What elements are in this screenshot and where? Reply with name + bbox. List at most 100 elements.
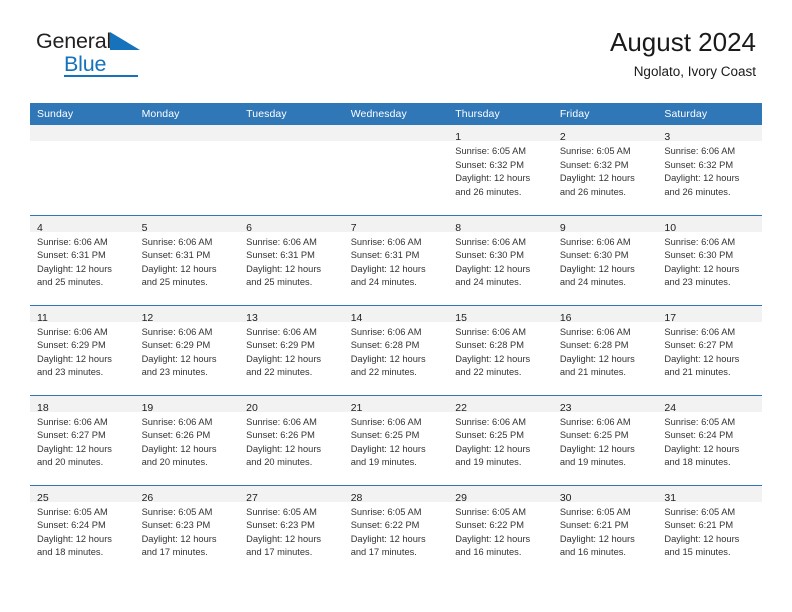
day-detail-line: and 25 minutes. (246, 277, 313, 288)
day-number-band: 12 (134, 305, 240, 324)
day-number-band: 31 (657, 485, 762, 504)
day-detail-line: and 19 minutes. (455, 457, 522, 468)
day-detail-line: Sunrise: 6:06 AM (141, 236, 213, 247)
brand-logo[interactable]: General Blue (36, 30, 166, 78)
day-detail-line: Daylight: 12 hours (455, 533, 531, 544)
day-detail-line: and 21 minutes. (559, 367, 626, 378)
calendar-day-cell[interactable]: 30 Sunrise: 6:05 AM Sunset: 6:21 PM Dayligh… (552, 484, 658, 575)
day-detail-line: Daylight: 12 hours (559, 353, 635, 364)
day-number-band: 20 (239, 395, 344, 414)
day-number-band: 21 (343, 395, 449, 414)
day-detail-line: and 25 minutes. (37, 277, 104, 288)
calendar-day-cell[interactable]: 6 Sunrise: 6:06 AM Sunset: 6:31 PM Daylight… (239, 214, 344, 305)
calendar-day-cell[interactable]: 11 Sunrise: 6:06 AM Sunset: 6:29 PM Dayligh… (30, 304, 135, 395)
calendar-day-cell[interactable]: 2 Sunrise: 6:05 AM Sunset: 6:32 PM Daylight… (552, 125, 658, 215)
calendar-day-cell[interactable]: 26 Sunrise: 6:05 AM Sunset: 6:23 PM Dayligh… (134, 484, 240, 575)
day-number: 6 (246, 221, 252, 234)
day-detail-line: Sunrise: 6:06 AM (246, 326, 317, 337)
day-number: 20 (246, 401, 258, 414)
calendar-day-cell[interactable]: 5 Sunrise: 6:06 AM Sunset: 6:31 PM Daylight… (134, 214, 240, 305)
calendar-day-cell[interactable]: 19 Sunrise: 6:06 AM Sunset: 6:26 PM Dayligh… (134, 394, 240, 485)
day-number-band: 9 (552, 215, 658, 234)
day-number-band: 16 (552, 305, 658, 324)
calendar-day-cell[interactable]: 8 Sunrise: 6:06 AM Sunset: 6:30 PM Daylight… (448, 214, 553, 305)
day-detail-text: Sunrise: 6:06 AM Sunset: 6:30 PM Daylight:… (657, 232, 762, 290)
day-detail-line: and 16 minutes. (455, 547, 522, 558)
calendar-day-cell-empty (30, 125, 135, 215)
day-detail-text: Sunrise: 6:06 AM Sunset: 6:31 PM Daylight:… (239, 232, 344, 290)
calendar-day-cell[interactable]: 20 Sunrise: 6:06 AM Sunset: 6:26 PM Dayligh… (239, 394, 344, 485)
day-detail-line: Sunset: 6:30 PM (455, 250, 524, 261)
calendar-day-cell[interactable]: 25 Sunrise: 6:05 AM Sunset: 6:24 PM Dayligh… (30, 484, 135, 575)
day-detail-text: Sunrise: 6:05 AM Sunset: 6:32 PM Daylight:… (553, 141, 658, 199)
day-detail-line: and 24 minutes. (455, 277, 522, 288)
day-detail-line: and 18 minutes. (664, 457, 731, 468)
calendar-day-cell[interactable]: 9 Sunrise: 6:06 AM Sunset: 6:30 PM Daylight… (552, 214, 658, 305)
day-detail-line: Sunrise: 6:05 AM (559, 146, 631, 156)
day-detail-text: Sunrise: 6:06 AM Sunset: 6:29 PM Daylight:… (135, 322, 240, 380)
day-detail-line: Sunset: 6:29 PM (37, 340, 106, 351)
calendar-day-cell[interactable]: 29 Sunrise: 6:05 AM Sunset: 6:22 PM Dayligh… (448, 484, 553, 575)
day-detail-line: Sunset: 6:26 PM (141, 430, 211, 441)
day-detail-line: Daylight: 12 hours (246, 533, 322, 544)
day-detail-text: Sunrise: 6:06 AM Sunset: 6:25 PM Daylight:… (344, 412, 449, 470)
day-number: 17 (664, 311, 677, 324)
day-number-band: 17 (657, 305, 762, 324)
day-number: 31 (664, 491, 677, 504)
day-detail-line: and 23 minutes. (37, 367, 104, 378)
day-detail-text: Sunrise: 6:05 AM Sunset: 6:22 PM Daylight:… (448, 502, 553, 560)
calendar-day-cell[interactable]: 27 Sunrise: 6:05 AM Sunset: 6:23 PM Dayligh… (239, 484, 344, 575)
day-detail-line: Daylight: 12 hours (455, 443, 531, 454)
calendar-day-cell[interactable]: 14 Sunrise: 6:06 AM Sunset: 6:28 PM Dayligh… (343, 304, 449, 395)
day-detail-line: Daylight: 12 hours (37, 443, 112, 454)
day-detail-line: Sunrise: 6:06 AM (350, 326, 422, 337)
day-number-band (134, 125, 240, 141)
day-detail-line: Daylight: 12 hours (455, 173, 531, 184)
calendar-day-cell[interactable]: 16 Sunrise: 6:06 AM Sunset: 6:28 PM Dayligh… (552, 304, 658, 395)
day-number: 2 (559, 131, 566, 143)
calendar-week-row: 11 Sunrise: 6:06 AM Sunset: 6:29 PM Dayligh… (30, 304, 762, 395)
calendar-day-cell[interactable]: 7 Sunrise: 6:06 AM Sunset: 6:31 PM Daylight… (343, 214, 449, 305)
day-number-band: 13 (239, 305, 344, 324)
calendar-day-cell[interactable]: 4 Sunrise: 6:06 AM Sunset: 6:31 PM Daylight… (30, 214, 135, 305)
day-detail-text: Sunrise: 6:06 AM Sunset: 6:31 PM Daylight:… (30, 232, 135, 290)
calendar-day-cell[interactable]: 22 Sunrise: 6:06 AM Sunset: 6:25 PM Dayligh… (448, 394, 553, 485)
day-detail-line: Sunset: 6:24 PM (664, 430, 734, 441)
day-number: 1 (455, 131, 462, 143)
day-number: 18 (37, 401, 49, 414)
day-number: 14 (350, 311, 363, 324)
day-detail-line: Sunrise: 6:06 AM (664, 146, 736, 156)
day-number: 5 (141, 221, 148, 234)
calendar-day-cell[interactable]: 31 Sunrise: 6:05 AM Sunset: 6:21 PM Dayligh… (657, 484, 762, 575)
calendar-day-cell[interactable]: 15 Sunrise: 6:06 AM Sunset: 6:28 PM Dayligh… (448, 304, 553, 395)
day-number-band: 10 (657, 215, 762, 234)
calendar-day-cell[interactable]: 1 Sunrise: 6:05 AM Sunset: 6:32 PM Daylight… (448, 125, 553, 215)
day-detail-line: Sunset: 6:28 PM (350, 340, 420, 351)
calendar-day-cell[interactable]: 12 Sunrise: 6:06 AM Sunset: 6:29 PM Dayligh… (134, 304, 240, 395)
day-number-band: 25 (30, 485, 135, 504)
day-detail-text: Sunrise: 6:05 AM Sunset: 6:24 PM Daylight:… (657, 412, 762, 470)
day-detail-line: Daylight: 12 hours (141, 263, 217, 274)
day-number: 27 (246, 491, 258, 504)
calendar-day-cell[interactable]: 10 Sunrise: 6:06 AM Sunset: 6:30 PM Dayligh… (657, 214, 762, 305)
day-detail-line: Sunset: 6:27 PM (37, 430, 106, 441)
day-number-band: 8 (448, 215, 553, 234)
calendar-day-cell[interactable]: 24 Sunrise: 6:05 AM Sunset: 6:24 PM Dayligh… (657, 394, 762, 485)
calendar-day-cell[interactable]: 23 Sunrise: 6:06 AM Sunset: 6:25 PM Dayligh… (552, 394, 658, 485)
day-number-band: 27 (239, 485, 344, 504)
day-detail-text: Sunrise: 6:05 AM Sunset: 6:23 PM Daylight:… (239, 502, 344, 560)
calendar-day-cell[interactable]: 28 Sunrise: 6:05 AM Sunset: 6:22 PM Dayligh… (343, 484, 449, 575)
day-detail-line: Sunset: 6:25 PM (455, 430, 524, 441)
calendar-day-cell-empty (134, 125, 240, 215)
calendar-day-cell[interactable]: 21 Sunrise: 6:06 AM Sunset: 6:25 PM Dayligh… (343, 394, 449, 485)
calendar-day-cell[interactable]: 3 Sunrise: 6:06 AM Sunset: 6:32 PM Daylight… (657, 125, 762, 215)
calendar-day-cell[interactable]: 13 Sunrise: 6:06 AM Sunset: 6:29 PM Dayligh… (239, 304, 344, 395)
day-detail-text: Sunrise: 6:05 AM Sunset: 6:21 PM Daylight:… (553, 502, 658, 560)
day-detail-line: Daylight: 12 hours (455, 353, 531, 364)
calendar-day-cell[interactable]: 17 Sunrise: 6:06 AM Sunset: 6:27 PM Dayligh… (657, 304, 762, 395)
day-detail-line: and 17 minutes. (350, 547, 417, 558)
calendar-body: 1 Sunrise: 6:05 AM Sunset: 6:32 PM Daylight… (30, 125, 762, 575)
day-detail-line: and 17 minutes. (246, 547, 313, 558)
calendar-day-cell[interactable]: 18 Sunrise: 6:06 AM Sunset: 6:27 PM Dayligh… (30, 394, 135, 485)
day-detail-line: and 20 minutes. (37, 457, 104, 468)
